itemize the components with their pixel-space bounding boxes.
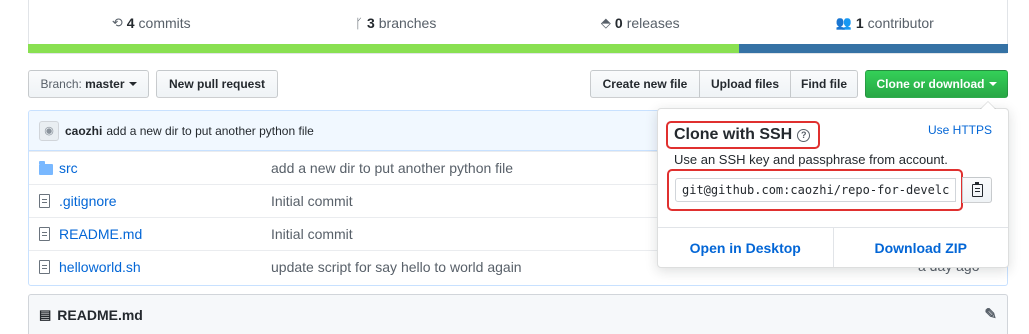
branches-label: branches <box>378 15 437 31</box>
language-bar-python <box>28 44 739 53</box>
commits-count: 4 <box>126 15 135 31</box>
file-name-link[interactable]: README.md <box>59 226 271 242</box>
file-icon <box>39 194 50 208</box>
readme-title: README.md <box>57 306 143 323</box>
chevron-down-icon <box>988 82 997 86</box>
commits-stat[interactable]: ⟲ 4 commits <box>29 15 274 31</box>
clipboard-icon <box>971 181 983 197</box>
language-bar[interactable] <box>28 44 1008 53</box>
pencil-icon[interactable]: ✎ <box>984 305 997 323</box>
branches-count: 3 <box>366 15 375 31</box>
readme-header: ▤ README.md ✎ <box>28 294 1008 334</box>
branches-stat[interactable]: ᚴ 3 branches <box>274 15 519 31</box>
file-icon <box>39 227 50 241</box>
commit-message[interactable]: add a new dir to put another python file <box>106 124 313 138</box>
contributors-label: contributor <box>867 15 934 31</box>
clone-or-download-button[interactable]: Clone or download <box>865 70 1008 98</box>
chevron-down-icon <box>128 82 137 86</box>
contributors-count: 1 <box>855 15 864 31</box>
releases-count: 0 <box>614 15 623 31</box>
clone-dropdown-footer: Open in Desktop Download ZIP <box>658 227 1008 267</box>
copy-url-button[interactable] <box>962 177 992 203</box>
file-name-link[interactable]: src <box>59 160 271 176</box>
contributors-stat[interactable]: 👥 1 contributor <box>763 15 1008 31</box>
folder-icon <box>39 160 53 175</box>
people-icon: 👥 <box>835 15 852 30</box>
book-icon: ▤ <box>39 306 52 322</box>
clone-title-highlight: Clone with SSH ? <box>666 121 820 149</box>
use-https-link[interactable]: Use HTTPS <box>928 123 992 137</box>
branch-name: master <box>85 77 125 91</box>
clone-description: Use an SSH key and passphrase from accou… <box>674 152 948 167</box>
language-bar-shell <box>738 44 1008 53</box>
download-zip-button[interactable]: Download ZIP <box>834 228 1009 267</box>
file-name-link[interactable]: helloworld.sh <box>59 259 271 275</box>
releases-label: releases <box>626 15 680 31</box>
clone-or-download-label: Clone or download <box>876 77 985 91</box>
repo-stats-bar: ⟲ 4 commits ᚴ 3 branches ⬘ 0 releases 👥 … <box>28 0 1008 54</box>
clone-dropdown: Clone with SSH ? Use HTTPS Use an SSH ke… <box>657 101 1009 268</box>
releases-stat[interactable]: ⬘ 0 releases <box>518 15 763 31</box>
open-in-desktop-button[interactable]: Open in Desktop <box>658 228 834 267</box>
clone-url-input[interactable]: git@github.com:caozhi/repo-for-develc <box>675 178 956 202</box>
branch-select-button[interactable]: Branch: master <box>28 70 149 98</box>
question-icon[interactable]: ? <box>797 128 811 142</box>
file-icon <box>39 260 50 274</box>
find-file-button[interactable]: Find file <box>790 70 858 98</box>
branch-icon: ᚴ <box>355 15 363 31</box>
tag-icon: ⬘ <box>600 15 611 30</box>
commits-label: commits <box>138 15 191 31</box>
clone-url-highlight: git@github.com:caozhi/repo-for-develc <box>667 169 963 211</box>
avatar[interactable]: ◉ <box>39 120 59 141</box>
file-name-link[interactable]: .gitignore <box>59 193 271 209</box>
create-new-file-button[interactable]: Create new file <box>590 70 700 98</box>
history-icon: ⟲ <box>111 15 123 30</box>
commit-author[interactable]: caozhi <box>65 124 102 138</box>
branch-prefix: Branch: <box>40 77 82 91</box>
clone-title: Clone with SSH <box>674 126 793 143</box>
upload-files-button[interactable]: Upload files <box>699 70 791 98</box>
new-pull-request-button[interactable]: New pull request <box>156 70 278 98</box>
